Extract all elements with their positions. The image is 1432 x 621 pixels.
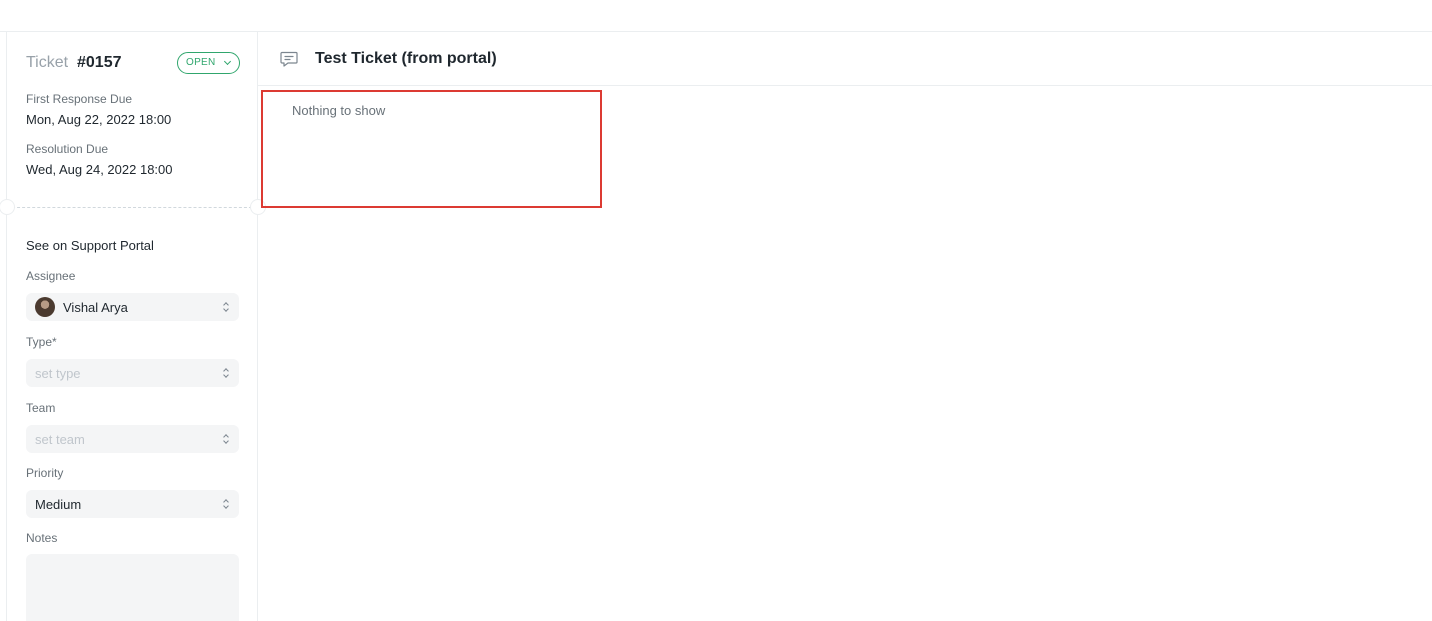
select-arrows-icon: [223, 301, 229, 313]
top-bar: [0, 0, 1432, 32]
select-arrows-icon: [223, 498, 229, 510]
type-select[interactable]: set type: [26, 359, 239, 387]
notes-textarea[interactable]: [26, 554, 239, 621]
page-title: Test Ticket (from portal): [315, 50, 497, 67]
status-label: OPEN: [186, 57, 216, 68]
first-response-label: First Response Due: [26, 92, 133, 106]
avatar: [35, 297, 55, 317]
type-placeholder: set type: [35, 366, 81, 381]
resolution-value: Wed, Aug 24, 2022 18:00: [26, 162, 173, 177]
chevron-down-icon: [223, 57, 232, 66]
divider-notch-left: [0, 199, 15, 215]
team-label: Team: [26, 401, 56, 415]
team-placeholder: set team: [35, 432, 85, 447]
ticket-header: Ticket #0157 OPEN: [26, 52, 240, 76]
ticket-word: Ticket: [26, 54, 69, 71]
assignee-select[interactable]: Vishal Arya: [26, 293, 239, 321]
first-response-value: Mon, Aug 22, 2022 18:00: [26, 112, 172, 127]
assignee-label: Assignee: [26, 269, 76, 283]
ticket-main: Test Ticket (from portal) Nothing to sho…: [258, 32, 1432, 621]
select-arrows-icon: [223, 367, 229, 379]
priority-value: Medium: [35, 497, 82, 512]
priority-label: Priority: [26, 466, 64, 480]
chat-bubble-icon: [280, 51, 298, 67]
top-bar-cropped-content: [40, 0, 140, 2]
notes-label: Notes: [26, 531, 58, 545]
resolution-label: Resolution Due: [26, 142, 109, 156]
type-label: Type*: [26, 335, 57, 349]
team-select[interactable]: set team: [26, 425, 239, 453]
assignee-value: Vishal Arya: [63, 300, 128, 315]
status-dropdown[interactable]: OPEN: [177, 52, 240, 74]
support-portal-link[interactable]: See on Support Portal: [26, 238, 154, 253]
ticket-title-bar: Test Ticket (from portal): [258, 32, 1432, 86]
dashed-divider: [7, 207, 257, 208]
priority-select[interactable]: Medium: [26, 490, 239, 518]
empty-state-text: Nothing to show: [292, 103, 386, 118]
ticket-number: #0157: [77, 54, 122, 71]
select-arrows-icon: [223, 433, 229, 445]
ticket-sidebar: Ticket #0157 OPEN First Response Due Mon…: [0, 32, 266, 621]
